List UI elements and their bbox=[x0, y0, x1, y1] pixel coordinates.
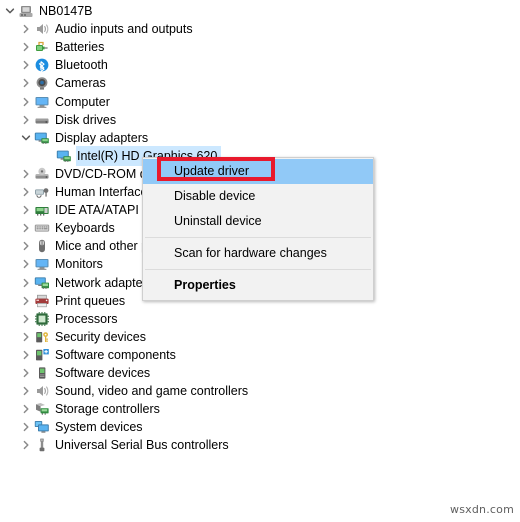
tree-item-label: Disk drives bbox=[55, 112, 117, 127]
tree-item-label: Software devices bbox=[55, 366, 151, 380]
tree-item-label: Print queues bbox=[55, 293, 126, 308]
mouse-icon bbox=[34, 238, 50, 254]
chevron-down-icon[interactable] bbox=[2, 2, 18, 20]
chevron-right-icon[interactable] bbox=[18, 219, 34, 237]
tree-item-label: Sound, video and game controllers bbox=[55, 384, 249, 399]
chevron-right-icon[interactable] bbox=[18, 201, 34, 219]
tree-item-label: System devices bbox=[55, 420, 143, 435]
chevron-right-icon[interactable] bbox=[18, 328, 34, 346]
tree-item-keyboards[interactable]: Keyboards bbox=[0, 219, 118, 237]
tree-item-network-adapters[interactable]: Network adapters bbox=[0, 274, 156, 292]
chevron-right-icon[interactable] bbox=[18, 418, 34, 436]
chevron-right-icon[interactable] bbox=[18, 310, 34, 328]
chevron-right-icon[interactable] bbox=[18, 56, 34, 74]
chevron-right-icon[interactable] bbox=[18, 237, 34, 255]
tree-item-software-components[interactable]: Software components bbox=[0, 346, 179, 364]
usb-icon bbox=[34, 437, 50, 453]
tree-item-label: Bluetooth bbox=[55, 58, 108, 73]
tree-item-computer[interactable]: Computer bbox=[0, 93, 113, 111]
chevron-right-icon[interactable] bbox=[18, 165, 34, 183]
chevron-right-icon[interactable] bbox=[18, 292, 34, 310]
processor-icon bbox=[34, 311, 50, 327]
display-adapter-icon bbox=[56, 148, 72, 164]
tree-item-label: Display adapters bbox=[55, 130, 149, 145]
dvd-drive-icon bbox=[34, 166, 50, 182]
tree-item-label: Processors bbox=[55, 311, 118, 326]
tree-item-label: NB0147B bbox=[39, 4, 93, 18]
tree-item-storage-controllers[interactable]: Storage controllers bbox=[0, 400, 163, 418]
tree-item-label: Software components bbox=[55, 347, 176, 362]
tree-item-label: Monitors bbox=[55, 257, 103, 272]
tree-item-system-devices[interactable]: System devices bbox=[0, 418, 146, 436]
chevron-right-icon[interactable] bbox=[18, 111, 34, 129]
tree-item-processors[interactable]: Processors bbox=[0, 310, 121, 328]
software-device-icon bbox=[34, 365, 50, 381]
tree-item-label: Batteries bbox=[55, 40, 105, 55]
chevron-right-icon[interactable] bbox=[18, 346, 34, 364]
bluetooth-icon bbox=[34, 57, 50, 73]
system-device-icon bbox=[34, 419, 50, 435]
storage-controller-icon bbox=[34, 401, 50, 417]
tree-item-sound-video-and-game-controllers[interactable]: Sound, video and game controllers bbox=[0, 382, 251, 400]
chevron-right-icon[interactable] bbox=[18, 364, 34, 382]
chevron-down-icon[interactable] bbox=[18, 129, 34, 147]
computer-node-icon bbox=[18, 3, 34, 19]
chevron-right-icon bbox=[40, 147, 56, 165]
ide-controller-icon bbox=[34, 202, 50, 218]
disk-drive-icon bbox=[34, 112, 50, 128]
chevron-right-icon[interactable] bbox=[18, 20, 34, 38]
menu-item-properties[interactable]: Properties bbox=[143, 273, 373, 298]
camera-icon bbox=[34, 75, 50, 91]
monitor-icon bbox=[34, 256, 50, 272]
tree-item-label: Universal Serial Bus controllers bbox=[55, 438, 229, 453]
display-adapter-icon bbox=[34, 130, 50, 146]
battery-icon bbox=[34, 39, 50, 55]
keyboard-icon bbox=[34, 220, 50, 236]
tree-item-bluetooth[interactable]: Bluetooth bbox=[0, 56, 111, 74]
chevron-right-icon[interactable] bbox=[18, 400, 34, 418]
device-context-menu[interactable]: Update driver Disable device Uninstall dev… bbox=[142, 157, 374, 301]
tree-item-label: Storage controllers bbox=[55, 402, 160, 417]
chevron-right-icon[interactable] bbox=[18, 74, 34, 92]
tree-item-label: Keyboards bbox=[55, 221, 115, 236]
tree-item-disk-drives[interactable]: Disk drives bbox=[0, 111, 119, 129]
tree-item-label: Security devices bbox=[55, 329, 147, 344]
tree-item-label: Audio inputs and outputs bbox=[55, 22, 193, 37]
tree-item-universal-serial-bus-controllers[interactable]: Universal Serial Bus controllers bbox=[0, 436, 232, 454]
tree-item-label: Network adapters bbox=[55, 275, 153, 290]
printer-icon bbox=[34, 293, 50, 309]
speaker-icon bbox=[34, 21, 50, 37]
chevron-right-icon[interactable] bbox=[18, 255, 34, 273]
speaker-icon bbox=[34, 383, 50, 399]
menu-item-scan-for-hardware-changes[interactable]: Scan for hardware changes bbox=[143, 241, 373, 266]
tree-item-display-adapters[interactable]: Display adapters bbox=[0, 129, 151, 147]
chevron-right-icon[interactable] bbox=[18, 38, 34, 56]
software-component-icon bbox=[34, 347, 50, 363]
network-adapter-icon bbox=[34, 275, 50, 291]
monitor-icon bbox=[34, 94, 50, 110]
menu-item-disable-device[interactable]: Disable device bbox=[143, 184, 373, 209]
chevron-right-icon[interactable] bbox=[18, 274, 34, 292]
menu-separator bbox=[145, 237, 371, 238]
tree-item-label: Computer bbox=[55, 94, 110, 109]
chevron-right-icon[interactable] bbox=[18, 93, 34, 111]
tree-item-security-devices[interactable]: Security devices bbox=[0, 328, 149, 346]
tree-item-label: Cameras bbox=[55, 76, 106, 91]
chevron-right-icon[interactable] bbox=[18, 183, 34, 201]
watermark: wsxdn.com bbox=[450, 503, 514, 516]
tree-item-audio-inputs-and-outputs[interactable]: Audio inputs and outputs bbox=[0, 20, 196, 38]
tree-item-software-devices[interactable]: Software devices bbox=[0, 364, 153, 382]
menu-item-uninstall-device[interactable]: Uninstall device bbox=[143, 209, 373, 234]
tree-root-nb0147b[interactable]: NB0147B bbox=[0, 2, 96, 20]
security-device-icon bbox=[34, 329, 50, 345]
hid-icon bbox=[34, 184, 50, 200]
tree-item-cameras[interactable]: Cameras bbox=[0, 74, 109, 92]
menu-item-update-driver[interactable]: Update driver bbox=[143, 159, 373, 184]
tree-item-batteries[interactable]: Batteries bbox=[0, 38, 107, 56]
chevron-right-icon[interactable] bbox=[18, 382, 34, 400]
tree-item-print-queues[interactable]: Print queues bbox=[0, 292, 128, 310]
chevron-right-icon[interactable] bbox=[18, 436, 34, 454]
menu-separator bbox=[145, 269, 371, 270]
tree-item-monitors[interactable]: Monitors bbox=[0, 255, 106, 273]
